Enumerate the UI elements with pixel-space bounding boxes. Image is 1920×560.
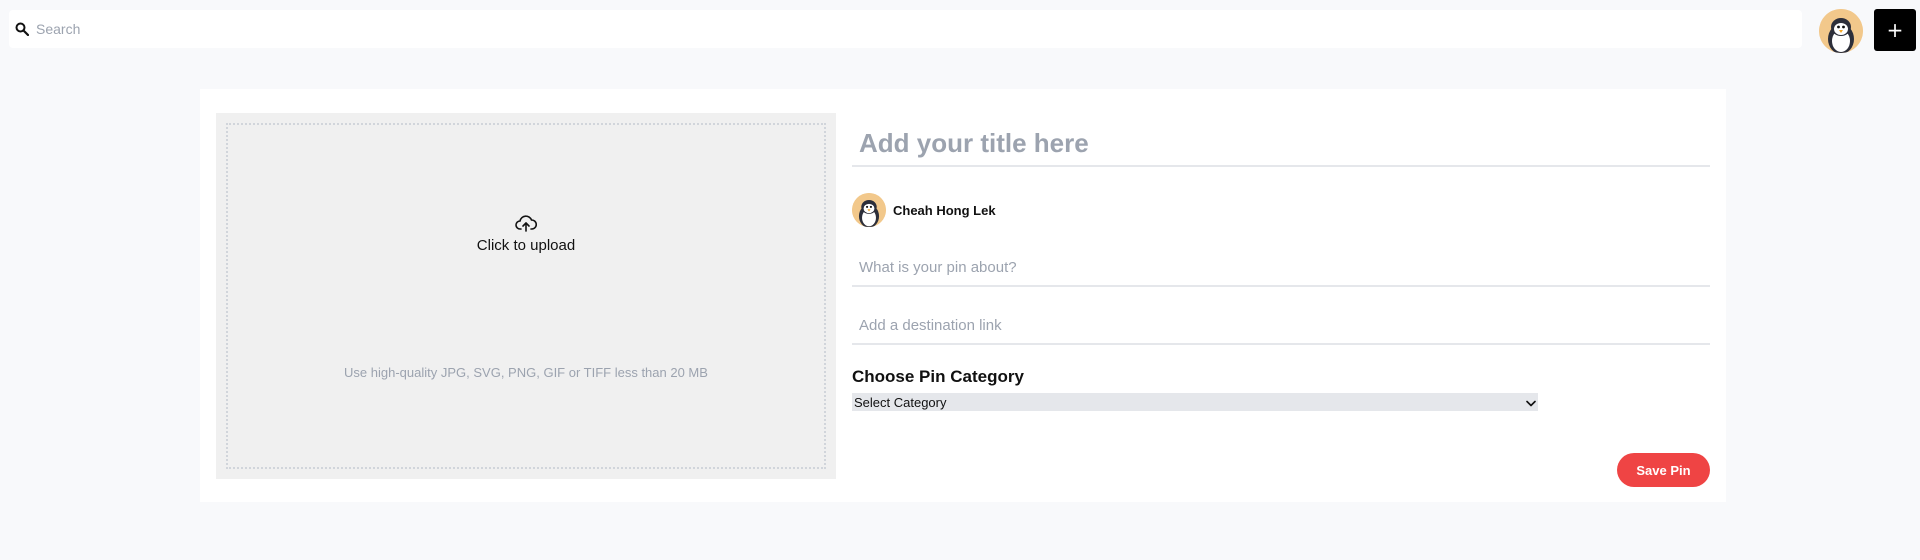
- search-bar[interactable]: [9, 10, 1802, 48]
- top-bar: +: [0, 0, 1920, 60]
- category-heading: Choose Pin Category: [852, 367, 1024, 386]
- category-select[interactable]: Select Category: [852, 393, 1538, 411]
- author-name: Cheah Hong Lek: [893, 202, 996, 218]
- upload-panel: Click to upload Use high-quality JPG, SV…: [216, 113, 836, 479]
- author-info: Cheah Hong Lek: [852, 193, 996, 227]
- chevron-down-icon: [1526, 395, 1536, 410]
- pin-form: Cheah Hong Lek Choose Pin Category Selec…: [852, 113, 1710, 487]
- title-input[interactable]: [852, 121, 1710, 167]
- create-pin-card: Click to upload Use high-quality JPG, SV…: [200, 89, 1726, 502]
- upload-dropzone[interactable]: Click to upload Use high-quality JPG, SV…: [226, 123, 826, 469]
- category-selected-value: Select Category: [854, 394, 947, 410]
- user-avatar[interactable]: [1819, 9, 1863, 53]
- add-button[interactable]: +: [1874, 9, 1916, 51]
- upload-label: Click to upload: [476, 237, 576, 254]
- penguin-avatar-icon: [852, 193, 886, 227]
- penguin-avatar-icon: [1819, 9, 1863, 53]
- about-input[interactable]: [852, 249, 1710, 287]
- search-input[interactable]: [36, 14, 1776, 44]
- save-pin-button[interactable]: Save Pin: [1617, 453, 1710, 487]
- search-icon: [14, 21, 30, 37]
- destination-link-input[interactable]: [852, 307, 1710, 345]
- cloud-upload-icon: [515, 215, 538, 233]
- upload-hint: Use high-quality JPG, SVG, PNG, GIF or T…: [344, 365, 708, 380]
- author-avatar: [852, 193, 886, 227]
